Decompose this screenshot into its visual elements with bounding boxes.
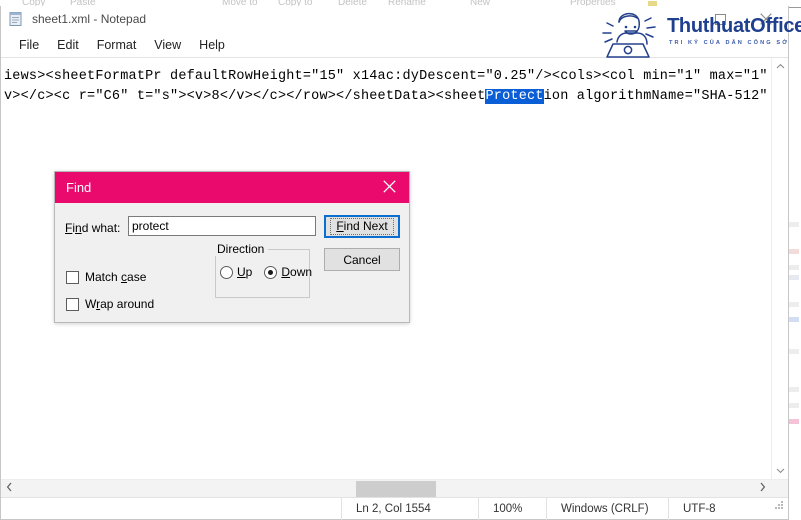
editor-line-1: iews><sheetFormatPr defaultRowHeight="15… [4, 69, 788, 84]
scroll-down-button[interactable] [772, 462, 788, 479]
chevron-right-icon [759, 482, 766, 495]
find-dialog-title: Find [66, 180, 92, 195]
find-dialog-title-bar: Find [55, 172, 409, 203]
scroll-up-button[interactable] [772, 58, 788, 75]
menu-item-view[interactable]: View [145, 35, 190, 55]
menu-item-edit[interactable]: Edit [48, 35, 88, 55]
wrap-around-checkbox[interactable] [66, 297, 79, 311]
find-dialog-body: Find what: Find Next Cancel Direction Up… [55, 203, 409, 322]
editor-line-2: v></c><c r="C6" t="s"><v>8</v></c></row>… [4, 89, 788, 104]
direction-group-legend: Direction [213, 242, 269, 256]
status-line-ending: Windows (CRLF) [546, 497, 668, 520]
find-next-label: Find Next [330, 218, 394, 235]
radio-up[interactable] [220, 265, 233, 279]
find-dialog-close-button[interactable] [369, 172, 409, 203]
status-cursor-position: Ln 2, Col 1554 [341, 497, 478, 520]
match-case-checkbox[interactable] [66, 270, 79, 284]
vertical-scrollbar[interactable] [771, 58, 788, 479]
title-bar: sheet1.xml - Notepad [1, 6, 788, 32]
menu-item-format[interactable]: Format [88, 35, 146, 55]
wrap-around-row[interactable]: Wrap around [66, 297, 154, 311]
radio-up-label[interactable]: Up [237, 265, 252, 279]
find-what-input[interactable] [128, 216, 316, 236]
status-encoding: UTF-8 [668, 497, 772, 520]
horizontal-scrollbar[interactable] [1, 479, 788, 497]
minimize-button[interactable] [653, 6, 698, 32]
match-case-label[interactable]: Match case [85, 270, 146, 284]
radio-down[interactable] [264, 265, 278, 279]
close-icon [759, 13, 772, 25]
scroll-left-button[interactable] [1, 480, 18, 497]
scroll-right-button[interactable] [754, 480, 771, 497]
chevron-up-icon [776, 62, 785, 72]
status-zoom-level[interactable]: 100% [478, 497, 546, 520]
notepad-icon [8, 11, 24, 27]
horizontal-scrollbar-thumb[interactable] [356, 481, 436, 497]
close-button[interactable] [743, 6, 788, 32]
maximize-icon [715, 13, 726, 25]
search-match-highlight: Protect [485, 89, 544, 104]
minimize-icon [670, 14, 681, 25]
resize-grip-icon[interactable] [772, 498, 788, 520]
find-what-label: Find what: [65, 221, 121, 235]
radio-down-label[interactable]: Down [281, 265, 312, 279]
wrap-around-label[interactable]: Wrap around [85, 297, 154, 311]
editor-line-2-text-after: ion algorithmName="SHA-512" hash [543, 89, 788, 104]
maximize-button[interactable] [698, 6, 743, 32]
find-next-button[interactable]: Find Next [324, 215, 400, 238]
editor-line-1-text: iews><sheetFormatPr defaultRowHeight="15… [4, 69, 788, 84]
chevron-left-icon [6, 482, 13, 495]
match-case-row[interactable]: Match case [66, 270, 146, 284]
close-icon [382, 179, 396, 196]
cancel-button[interactable]: Cancel [324, 248, 400, 271]
find-dialog: Find Find what: Find Next Cancel Directi… [54, 171, 410, 323]
chevron-down-icon [776, 466, 785, 476]
direction-radio-row: Up Down [220, 265, 324, 279]
window-title: sheet1.xml - Notepad [32, 12, 147, 26]
menu-bar: File Edit Format View Help [1, 32, 788, 57]
status-bar: Ln 2, Col 1554 100% Windows (CRLF) UTF-8 [1, 497, 788, 520]
menu-item-help[interactable]: Help [190, 35, 234, 55]
background-page-edge [787, 9, 801, 509]
editor-line-2-text-before: v></c><c r="C6" t="s"><v>8</v></c></row>… [4, 89, 486, 104]
menu-item-file[interactable]: File [10, 35, 48, 55]
